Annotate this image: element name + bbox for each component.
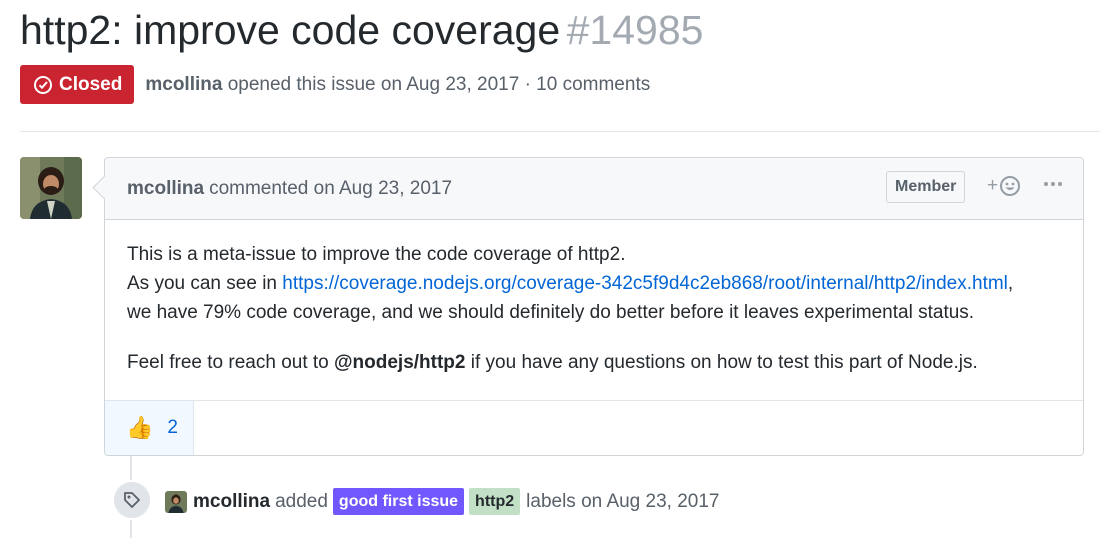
body-line-3: we have 79% code coverage, and we should…	[127, 302, 975, 323]
smiley-icon	[1000, 176, 1021, 196]
tag-icon	[124, 492, 140, 508]
reactions-bar: 👍 2	[105, 400, 1083, 455]
label-event: mcollina added good first issue http2 la…	[165, 488, 720, 515]
thumbs-up-reaction[interactable]: 👍 2	[105, 401, 194, 455]
event-actor-link[interactable]: mcollina	[193, 491, 270, 513]
issue-number: #14985	[566, 7, 704, 53]
header-divider	[20, 131, 1100, 132]
issue-page: http2: improve code coverage #14985 Clos…	[0, 0, 1100, 538]
thumbs-up-icon: 👍	[126, 415, 154, 440]
label-event-badge	[112, 480, 152, 520]
issue-meta-text: mcollina opened this issue on Aug 23, 20…	[145, 74, 650, 96]
coverage-link[interactable]: https://coverage.nodejs.org/coverage-342…	[282, 273, 1008, 294]
member-badge: Member	[886, 171, 966, 203]
body-p2-prefix: Feel free to reach out to	[127, 352, 335, 373]
issue-opened-text: opened this issue on Aug 23, 2017 · 10 c…	[227, 73, 651, 95]
body-line-2-prefix: As you can see in	[127, 273, 283, 294]
event-action: added	[275, 490, 328, 512]
issue-author-link[interactable]: mcollina	[145, 74, 222, 95]
issue-meta: Closed mcollina opened this issue on Aug…	[20, 65, 650, 104]
plus-symbol: +	[987, 175, 999, 196]
issue-title: http2: improve code coverage	[20, 7, 561, 53]
event-tail-text: labels on Aug 23, 2017	[526, 490, 720, 512]
body-line-1: This is a meta-issue to improve the code…	[127, 244, 626, 265]
comment-box: mcollina commented on Aug 23, 2017 Membe…	[104, 157, 1084, 456]
issue-closed-icon	[34, 75, 52, 94]
avatar[interactable]	[20, 157, 82, 219]
label-good-first-issue[interactable]: good first issue	[332, 488, 465, 515]
add-reaction-button[interactable]: +	[987, 175, 1021, 197]
comment-author-link[interactable]: mcollina	[127, 178, 204, 200]
team-mention-link[interactable]: @nodejs/http2	[334, 352, 465, 373]
comment-body: This is a meta-issue to improve the code…	[105, 220, 1083, 377]
body-line-2-suffix: ,	[1007, 273, 1014, 294]
issue-title-row: http2: improve code coverage #14985	[20, 4, 703, 56]
body-paragraph-1: This is a meta-issue to improve the code…	[127, 240, 1061, 327]
kebab-more-icon[interactable]	[1041, 172, 1065, 196]
label-http2[interactable]: http2	[469, 488, 521, 515]
avatar[interactable]	[165, 490, 187, 513]
reaction-count: 2	[167, 417, 178, 438]
comment-action-text[interactable]: commented on Aug 23, 2017	[209, 178, 452, 200]
body-paragraph-2: Feel free to reach out to @nodejs/http2 …	[127, 348, 1061, 377]
state-label: Closed	[59, 73, 123, 95]
comment-header: mcollina commented on Aug 23, 2017 Membe…	[105, 158, 1083, 220]
state-badge-closed: Closed	[20, 65, 135, 104]
body-p2-suffix: if you have any questions on how to test…	[465, 352, 978, 373]
